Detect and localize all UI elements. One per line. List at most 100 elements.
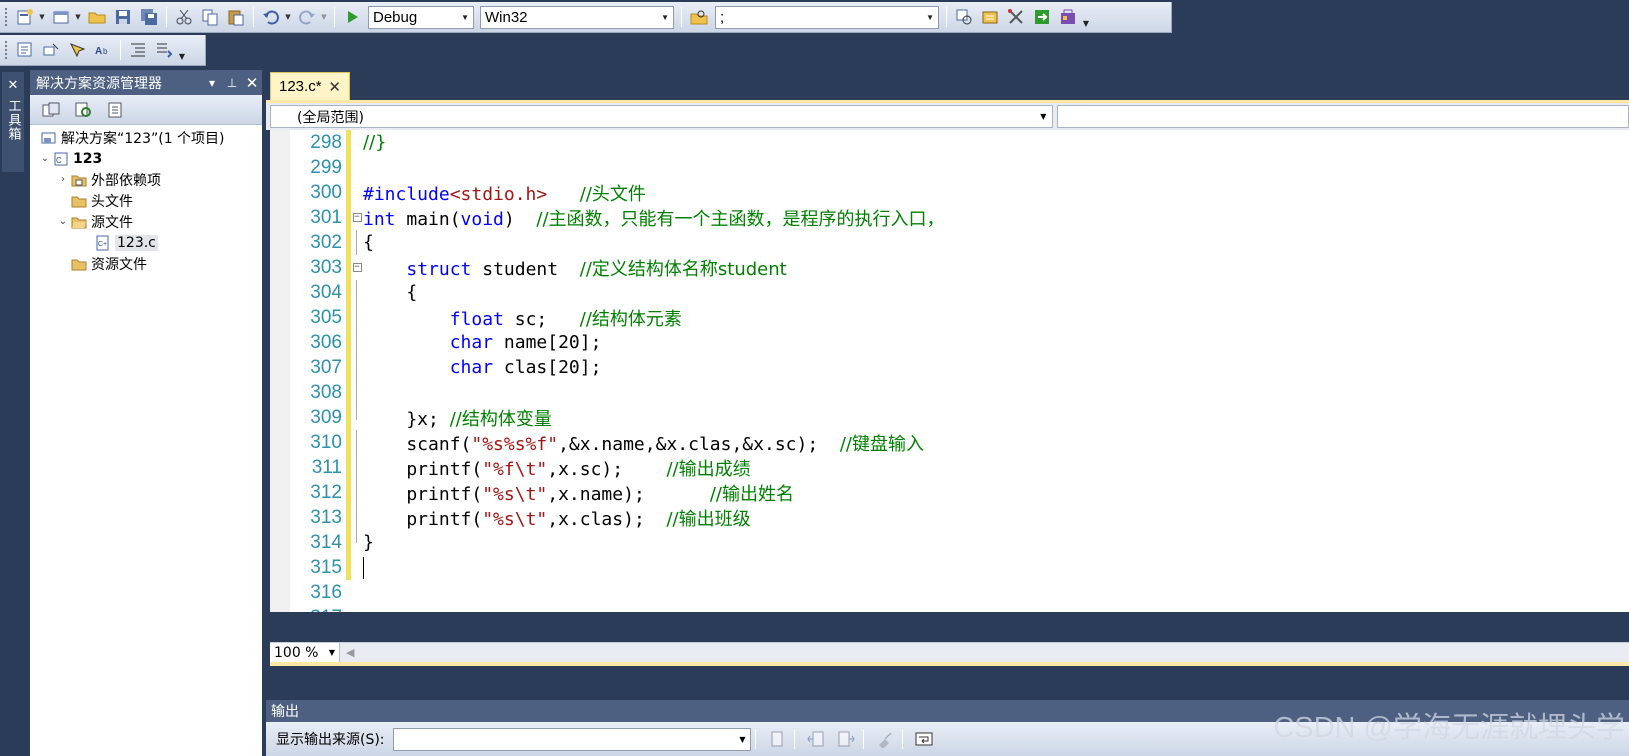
toolbox-tab[interactable]: ✕ 工具箱 (2, 72, 24, 172)
tree-node-resource-files[interactable]: 资源文件 (30, 253, 262, 274)
chevron-down-icon[interactable]: ⌄ (56, 216, 70, 227)
close-icon[interactable]: ✕ (328, 78, 341, 96)
chevron-down-icon[interactable]: ▼ (320, 6, 328, 28)
line-number: 313 (310, 506, 342, 528)
folder-icon (70, 193, 88, 209)
indent-icon[interactable] (127, 39, 149, 61)
chevron-down-icon[interactable]: ▼ (38, 6, 46, 28)
toolbox-strip: ✕ 工具箱 (0, 68, 26, 756)
save-icon[interactable] (112, 6, 134, 28)
chevron-down-icon[interactable]: ⌄ (38, 153, 52, 164)
toolbox-icon[interactable] (1057, 6, 1079, 28)
toggle-word-wrap-icon[interactable] (913, 728, 935, 750)
tree-node-external-deps[interactable]: › 外部依赖项 (30, 169, 262, 190)
scope-select[interactable]: (全局范围) ▼ (270, 105, 1054, 128)
outline-margin (351, 380, 363, 405)
tree-node-label: 123.c (115, 234, 158, 251)
new-project-icon[interactable] (14, 6, 36, 28)
previous-message-icon[interactable] (805, 728, 827, 750)
display-object-member-list-icon[interactable] (14, 39, 36, 61)
code-line: 301 − int main(void) //主函数，只能有一个主函数，是程序的… (270, 205, 1629, 230)
toolbar-overflow-icon[interactable]: ▼ (1081, 6, 1091, 28)
svg-text:C+: C+ (98, 241, 107, 248)
member-select[interactable] (1057, 105, 1629, 128)
pin-icon[interactable]: ⊥ (222, 76, 242, 90)
scope-value: (全局范围) (297, 109, 364, 126)
tab-123c[interactable]: 123.c* ✕ (270, 72, 350, 100)
chevron-down-icon: ▼ (661, 12, 669, 22)
outline-margin (351, 280, 363, 305)
paste-icon[interactable] (225, 6, 247, 28)
code-line: 303 − struct student //定义结构体名称student (270, 255, 1629, 280)
outline-margin (351, 605, 363, 612)
find-in-files-icon[interactable] (688, 6, 710, 28)
tools-icon[interactable] (1005, 6, 1027, 28)
chevron-right-icon[interactable]: › (56, 174, 70, 185)
refresh-icon[interactable] (72, 99, 94, 121)
line-number: 302 (310, 231, 342, 253)
start-page-icon[interactable] (1031, 6, 1053, 28)
toolbar-separator (793, 729, 795, 749)
zoom-value: 100 % (274, 644, 319, 661)
output-source-select[interactable]: ▼ (392, 727, 751, 751)
solution-config-select[interactable]: Debug ▼ (368, 5, 474, 29)
toolbar-overflow-icon[interactable]: ▼ (177, 39, 187, 61)
tree-node-label: 外部依赖项 (91, 172, 161, 189)
properties-icon[interactable] (979, 6, 1001, 28)
redo-icon[interactable] (296, 6, 318, 28)
svg-text:C: C (56, 156, 62, 165)
clear-all-icon[interactable] (874, 728, 896, 750)
show-all-files-icon[interactable] (40, 99, 62, 121)
line-number: 314 (310, 531, 342, 553)
close-icon[interactable]: ✕ (242, 74, 262, 92)
solution-explorer-icon[interactable] (953, 6, 975, 28)
outline-margin (351, 130, 363, 155)
toolbar-grip[interactable] (4, 40, 8, 60)
chevron-down-icon: ▼ (739, 734, 746, 744)
scroll-left-icon[interactable]: ◀ (346, 646, 354, 659)
toolbar-separator (681, 7, 682, 27)
tree-node-header-files[interactable]: 头文件 (30, 190, 262, 211)
start-debugging-icon[interactable] (341, 6, 363, 28)
tree-node-source-files[interactable]: ⌄ 源文件 (30, 211, 262, 232)
save-all-icon[interactable] (138, 6, 160, 28)
tree-node-file-123c[interactable]: C+ 123.c (30, 232, 262, 253)
solution-platform-select[interactable]: Win32 ▼ (480, 5, 674, 29)
code-text: printf("%f\t",x.sc); //输出成绩 (363, 458, 751, 480)
line-number: 308 (310, 381, 342, 403)
collapse-icon[interactable]: − (351, 205, 363, 230)
zoom-select[interactable]: 100 % ▼ (270, 642, 340, 663)
navigation-bar: (全局范围) ▼ (266, 103, 1629, 130)
undo-icon[interactable] (260, 6, 282, 28)
tree-node-solution[interactable]: 解决方案“123”(1 个项目) (30, 127, 262, 148)
complete-word-icon[interactable]: Ab (92, 39, 114, 61)
copy-icon[interactable] (199, 6, 221, 28)
code-line: 300 #include<stdio.h> //头文件 (270, 180, 1629, 205)
quick-info-icon[interactable] (66, 39, 88, 61)
next-message-icon[interactable] (835, 728, 857, 750)
line-number: 306 (310, 331, 342, 353)
toolbar-grip[interactable] (4, 7, 8, 27)
window-position-icon[interactable]: ▾ (202, 76, 222, 90)
cut-icon[interactable] (173, 6, 195, 28)
parameter-info-icon[interactable] (40, 39, 62, 61)
code-editor[interactable]: 298 //} 299 300 #include<stdio.h> //头文件 … (270, 130, 1629, 612)
editor-panel: 123.c* ✕ (全局范围) ▼ 298 //} 299 300 #inclu… (266, 70, 1629, 666)
comment-lines-icon[interactable] (153, 39, 175, 61)
chevron-down-icon[interactable]: ▼ (74, 6, 82, 28)
properties-icon[interactable] (104, 99, 126, 121)
collapse-icon[interactable]: − (351, 255, 363, 280)
find-message-icon[interactable] (766, 728, 788, 750)
toolbar-separator (754, 729, 756, 749)
add-item-icon[interactable] (50, 6, 72, 28)
svg-text:b: b (103, 47, 108, 56)
chevron-down-icon: ▼ (926, 12, 934, 22)
outline-margin (351, 455, 363, 480)
outline-margin (351, 155, 363, 180)
tree-node-project[interactable]: ⌄ C 123 (30, 148, 262, 169)
chevron-down-icon[interactable]: ▼ (284, 6, 292, 28)
open-folder-icon[interactable] (86, 6, 108, 28)
output-source-label: 显示输出来源(S): (276, 732, 385, 748)
toolbar-separator (120, 40, 121, 60)
find-combo[interactable]: ; ▼ (715, 5, 939, 29)
